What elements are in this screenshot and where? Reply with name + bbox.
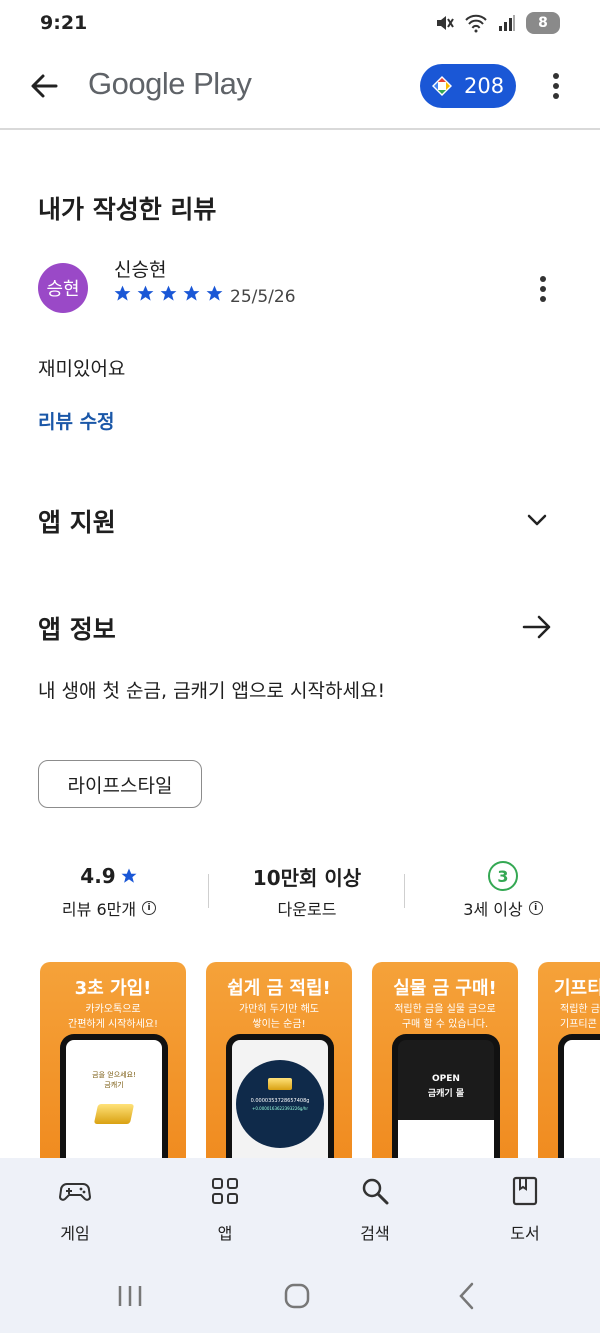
nav-label: 도서 bbox=[510, 1224, 540, 1243]
chevron-down-icon[interactable] bbox=[522, 505, 552, 535]
avatar: 승현 bbox=[38, 263, 88, 313]
screenshot-card[interactable]: 3초 가입! 카카오톡으로 간편하게 시작하세요! 금을 얻으세요! 금캐기 bbox=[40, 962, 186, 1162]
screenshot-card[interactable]: 쉽게 금 적립! 가만히 두기만 해도 쌓이는 순금! 0.00003537286… bbox=[206, 962, 352, 1162]
nav-label: 검색 bbox=[360, 1224, 390, 1243]
gamepad-icon bbox=[58, 1183, 92, 1201]
info-icon: i bbox=[528, 901, 543, 915]
review-more-icon[interactable] bbox=[533, 273, 553, 305]
reviewer-name: 신승현 bbox=[114, 259, 167, 281]
play-points-icon bbox=[432, 76, 452, 96]
system-navigation bbox=[118, 1282, 474, 1310]
signal-icon bbox=[499, 15, 515, 31]
screenshot-subtitle: 카카오톡으로 간편하게 시작하세요! bbox=[68, 1004, 158, 1030]
brand-title: Google Play bbox=[88, 66, 252, 101]
app-description: 내 생애 첫 순금, 금캐기 앱으로 시작하세요! bbox=[38, 680, 386, 702]
my-review-title: 내가 작성한 리뷰 bbox=[38, 195, 217, 224]
screenshot-subtitle: 적립한 금을 실물 금으로 구매 할 수 있습니다. bbox=[394, 1004, 496, 1030]
battery-icon: 8 bbox=[526, 12, 560, 34]
phone-mockup: 0.0000353728657408g +0.0000163622393226g… bbox=[226, 1034, 334, 1162]
info-icon: i bbox=[142, 901, 157, 915]
edit-review-link[interactable]: 리뷰 수정 bbox=[38, 407, 115, 434]
play-points-button[interactable]: 208 bbox=[420, 64, 516, 108]
rating-value: 4.9 bbox=[80, 864, 116, 888]
star-icon bbox=[121, 868, 137, 883]
mute-icon bbox=[437, 16, 454, 30]
home-icon[interactable] bbox=[284, 1283, 310, 1309]
star-icon bbox=[183, 285, 200, 301]
nav-games[interactable]: 게임 bbox=[15, 1174, 135, 1244]
back-arrow-icon[interactable] bbox=[26, 68, 62, 104]
age-rating-label: 3세 이상 bbox=[463, 900, 523, 919]
divider bbox=[208, 874, 209, 908]
wifi-icon bbox=[465, 14, 487, 33]
nav-label: 앱 bbox=[217, 1224, 233, 1243]
nav-search[interactable]: 검색 bbox=[315, 1174, 435, 1244]
downloads-stat: 10만회 이상 다운로드 bbox=[212, 860, 402, 920]
status-time: 9:21 bbox=[40, 12, 88, 34]
gold-bars-image bbox=[93, 1104, 135, 1124]
search-icon bbox=[362, 1178, 389, 1205]
phone-mockup bbox=[558, 1034, 600, 1162]
app-bar: Google Play 208 bbox=[0, 50, 600, 130]
screenshot-title: 기프티 bbox=[554, 978, 600, 999]
age-rating-stat[interactable]: 3 3세 이상 i bbox=[408, 860, 598, 920]
star-icon bbox=[160, 285, 177, 301]
rating-stars bbox=[113, 284, 224, 303]
star-icon bbox=[114, 285, 131, 301]
screenshot-card[interactable]: 실물 금 구매! 적립한 금을 실물 금으로 구매 할 수 있습니다. OPEN … bbox=[372, 962, 518, 1162]
arrow-right-icon[interactable] bbox=[520, 611, 554, 643]
points-count: 208 bbox=[464, 74, 505, 98]
book-icon bbox=[512, 1176, 538, 1206]
phone-mockup: 금을 얻으세요! 금캐기 bbox=[60, 1034, 168, 1162]
phone-mockup: OPEN 금캐기 몰 bbox=[392, 1034, 500, 1162]
star-icon bbox=[206, 285, 223, 301]
back-nav-icon[interactable] bbox=[459, 1282, 474, 1310]
category-chip[interactable]: 라이프스타일 bbox=[38, 760, 202, 808]
status-bar: 9:21 8 bbox=[0, 0, 600, 50]
screenshot-title: 3초 가입! bbox=[74, 978, 152, 999]
divider bbox=[404, 874, 405, 908]
review-text: 재미있어요 bbox=[38, 358, 126, 380]
nav-books[interactable]: 도서 bbox=[465, 1174, 585, 1244]
apps-grid-icon bbox=[212, 1178, 238, 1204]
more-vert-icon[interactable] bbox=[546, 70, 566, 102]
nav-apps[interactable]: 앱 bbox=[165, 1174, 285, 1244]
review-date: 25/5/26 bbox=[230, 287, 296, 307]
nav-label: 게임 bbox=[60, 1224, 90, 1243]
screenshot-card[interactable]: 기프티 적립한 금 기프티콘 bbox=[538, 962, 600, 1162]
screenshot-carousel[interactable]: 3초 가입! 카카오톡으로 간편하게 시작하세요! 금을 얻으세요! 금캐기 쉽게… bbox=[40, 962, 600, 1162]
screenshot-title: 쉽게 금 적립! bbox=[227, 978, 331, 999]
gold-bar-image bbox=[268, 1078, 292, 1090]
app-support-title[interactable]: 앱 지원 bbox=[38, 503, 116, 539]
screenshot-subtitle: 적립한 금 기프티콘 bbox=[560, 1004, 600, 1030]
downloads-value: 10만회 이상 bbox=[252, 865, 362, 890]
app-info-title[interactable]: 앱 정보 bbox=[38, 610, 116, 646]
downloads-label: 다운로드 bbox=[277, 900, 337, 919]
screenshot-title: 실물 금 구매! bbox=[393, 978, 497, 999]
rating-stat[interactable]: 4.9 리뷰 6만개 i bbox=[14, 860, 204, 920]
star-icon bbox=[137, 285, 154, 301]
rating-label: 리뷰 6만개 bbox=[61, 900, 137, 919]
age-rating-badge: 3 bbox=[488, 861, 518, 891]
recents-icon[interactable] bbox=[118, 1286, 142, 1306]
screenshot-subtitle: 가만히 두기만 해도 쌓이는 순금! bbox=[239, 1004, 319, 1030]
